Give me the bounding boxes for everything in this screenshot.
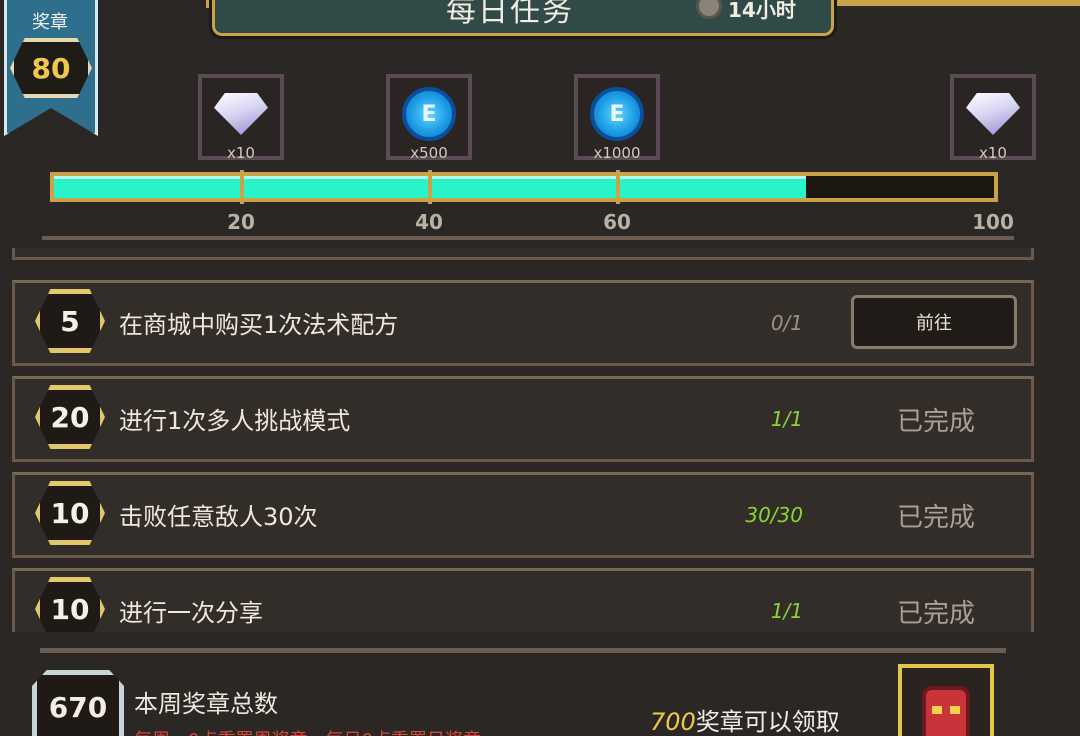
tick-label-100: 100 <box>972 210 1014 234</box>
task-name: 进行1次多人挑战模式 <box>119 407 351 435</box>
reward-amount: x500 <box>410 144 448 162</box>
task-progress: 30/30 <box>745 503 803 527</box>
progress-tick <box>240 170 244 204</box>
task-progress: 1/1 <box>770 599 803 623</box>
reset-timer: 14小时 <box>696 0 796 23</box>
tick-label-60: 60 <box>603 210 631 234</box>
task-status: 已完成 <box>896 503 975 533</box>
reward-amount: x1000 <box>593 144 641 162</box>
weekly-total-label: 本周奖章总数 <box>134 690 278 718</box>
medal-count-badge: 80 <box>10 38 92 98</box>
medal-progress-bar <box>50 170 998 204</box>
reward-chest-40[interactable]: E x500 <box>386 74 472 162</box>
coin-icon: E <box>590 87 644 141</box>
weekly-total: 670 <box>48 690 108 724</box>
weekly-reward-chest[interactable] <box>898 664 994 736</box>
task-points: 10 <box>50 592 90 626</box>
task-points: 20 <box>50 400 90 434</box>
task-name: 进行一次分享 <box>119 599 263 627</box>
task-row: 10 击败任意敌人30次 30/30 已完成 <box>12 472 1034 558</box>
points-badge: 10 <box>35 481 105 545</box>
task-points: 5 <box>60 304 80 338</box>
task-name: 在商城中购买1次法术配方 <box>119 311 399 339</box>
go-button[interactable]: 前往 <box>851 295 1017 349</box>
claim-hint: 700奖章可以领取 <box>650 702 840 736</box>
points-badge: 20 <box>35 385 105 449</box>
reset-note: 每周一0点重置周奖章，每日0点重置日奖章 <box>134 726 481 736</box>
task-progress: 0/1 <box>770 311 803 335</box>
reward-amount: x10 <box>979 144 1007 162</box>
tick-label-20: 20 <box>227 210 255 234</box>
weekly-total-badge: 670 <box>32 670 124 736</box>
task-list[interactable]: 5 在商城中购买1次法术配方 0/1 前往 20 进行1次多人挑战模式 1/1 … <box>12 248 1034 632</box>
progress-tick <box>428 170 432 204</box>
reward-chest-100[interactable]: x10 <box>950 74 1036 162</box>
demon-mask-icon <box>922 686 970 736</box>
diamond-icon <box>214 93 268 135</box>
task-row: 20 进行1次多人挑战模式 1/1 已完成 <box>12 376 1034 462</box>
task-row-clipped <box>12 248 1034 260</box>
claim-text: 奖章可以领取 <box>695 708 840 736</box>
progress-tick <box>616 170 620 204</box>
reward-chest-20[interactable]: x10 <box>198 74 284 162</box>
coin-icon: E <box>402 87 456 141</box>
tick-label-40: 40 <box>415 210 443 234</box>
medal-count: 80 <box>31 51 71 85</box>
reward-chest-60[interactable]: E x1000 <box>574 74 660 162</box>
timer-text: 14小时 <box>728 0 796 22</box>
clock-icon <box>696 0 722 19</box>
claim-number: 700 <box>650 708 696 736</box>
task-status: 已完成 <box>896 599 975 629</box>
task-status: 已完成 <box>896 407 975 437</box>
medal-ribbon: 奖章 80 <box>0 0 104 146</box>
page-title: 每日任务 <box>446 0 574 29</box>
task-progress: 1/1 <box>770 407 803 431</box>
task-points: 10 <box>50 496 90 530</box>
medal-label: 奖章 <box>32 12 68 33</box>
points-badge: 5 <box>35 289 105 353</box>
section-divider <box>42 236 1014 240</box>
points-badge: 10 <box>35 577 105 632</box>
task-row: 5 在商城中购买1次法术配方 0/1 前往 <box>12 280 1034 366</box>
title-wing-right <box>830 0 1080 6</box>
diamond-icon <box>966 93 1020 135</box>
bottom-divider <box>40 648 1006 653</box>
reward-amount: x10 <box>227 144 255 162</box>
task-row: 10 进行一次分享 1/1 已完成 <box>12 568 1034 632</box>
task-name: 击败任意敌人30次 <box>119 503 318 531</box>
